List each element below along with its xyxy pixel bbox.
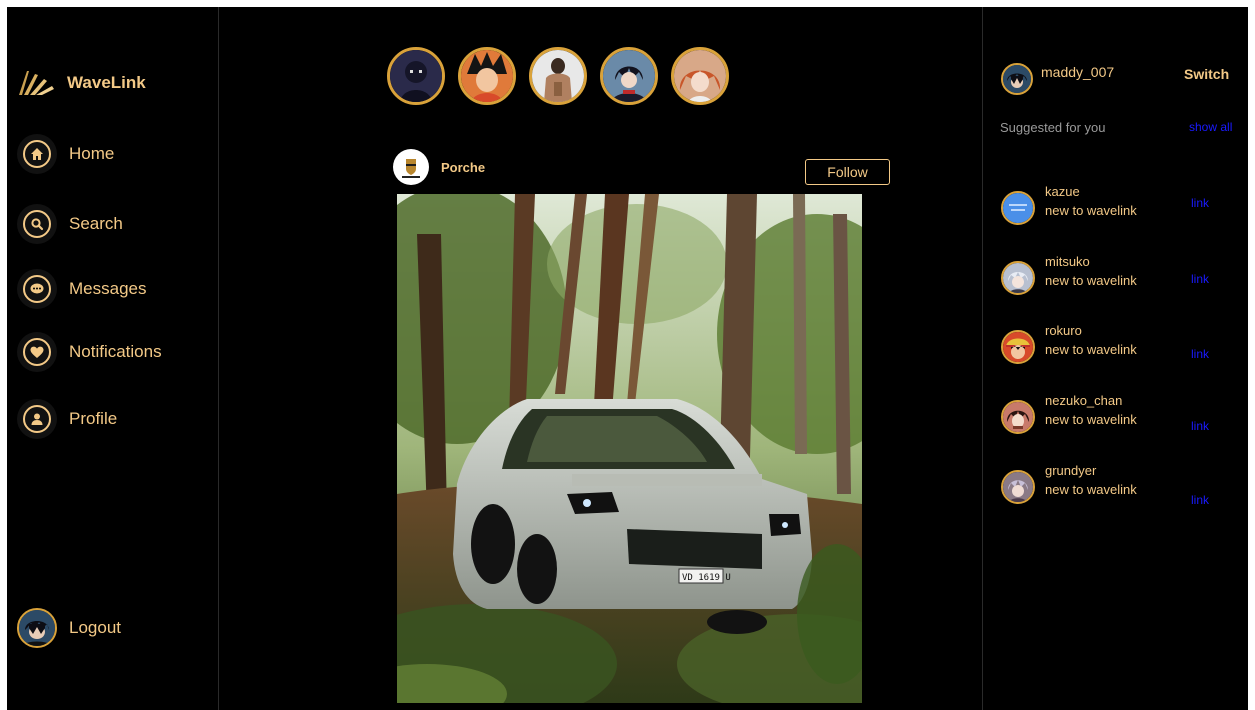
logout-button[interactable]: Logout xyxy=(17,608,121,648)
home-icon xyxy=(31,148,43,160)
follow-button[interactable]: Follow xyxy=(805,159,890,185)
suggestion-avatar[interactable] xyxy=(1001,330,1035,364)
story-5[interactable] xyxy=(671,47,729,105)
current-user[interactable]: maddy_007 xyxy=(1001,63,1114,95)
post-author-name[interactable]: Porche xyxy=(441,160,485,175)
story-4[interactable] xyxy=(600,47,658,105)
suggestion-link[interactable]: link xyxy=(1191,272,1209,286)
post-image[interactable]: VD 1619 U xyxy=(397,194,862,703)
suggestion-link[interactable]: link xyxy=(1191,419,1209,433)
suggestion-subtitle: new to wavelink xyxy=(1045,273,1137,288)
suggestion-name[interactable]: rokuro xyxy=(1045,323,1082,338)
nav-search[interactable]: Search xyxy=(17,204,123,244)
nav-messages-icon-ring xyxy=(23,275,51,303)
post-author-avatar[interactable] xyxy=(393,149,429,185)
show-all-link[interactable]: show all xyxy=(1189,120,1232,134)
nav-search-label: Search xyxy=(69,214,123,233)
logout-avatar xyxy=(17,608,57,648)
suggestion-subtitle: new to wavelink xyxy=(1045,203,1137,218)
nav-notifications-label: Notifications xyxy=(69,342,162,361)
suggestion-avatar[interactable] xyxy=(1001,261,1035,295)
nav-notifications-icon-ring xyxy=(23,338,51,366)
avatar-image-icon xyxy=(1003,402,1033,432)
user-icon xyxy=(31,413,43,425)
avatar-image-icon xyxy=(1003,263,1033,293)
license-plate-text: VD 1619 U xyxy=(682,573,731,583)
avatar-image-icon xyxy=(1003,472,1033,502)
suggestion-subtitle: new to wavelink xyxy=(1045,482,1137,497)
suggestion-item: mitsuko new to wavelink link xyxy=(1001,254,1241,302)
feed: Porche Follow VD 1619 U xyxy=(219,7,982,710)
sidebar: WaveLink Home Search Messages Notificati… xyxy=(7,7,219,710)
suggestion-item: grundyer new to wavelink link xyxy=(1001,463,1241,511)
heart-icon xyxy=(30,346,44,358)
nav-notifications-icon-wrap xyxy=(17,332,57,372)
nav-home-icon-wrap xyxy=(17,134,57,174)
suggestion-avatar[interactable] xyxy=(1001,400,1035,434)
nav-profile-icon-wrap xyxy=(17,399,57,439)
suggested-heading: Suggested for you xyxy=(1000,120,1106,135)
brand-name: WaveLink xyxy=(67,73,146,92)
search-icon xyxy=(31,218,44,231)
suggestion-avatar[interactable] xyxy=(1001,470,1035,504)
nav-home-icon-ring xyxy=(23,140,51,168)
forest-car-photo-icon: VD 1619 U xyxy=(397,194,862,703)
story-avatar-icon xyxy=(532,50,584,102)
nav-search-icon-ring xyxy=(23,210,51,238)
app-window: WaveLink Home Search Messages Notificati… xyxy=(7,7,1248,710)
logout-label: Logout xyxy=(69,618,121,637)
suggestion-name[interactable]: mitsuko xyxy=(1045,254,1090,269)
post-header: Porche Follow xyxy=(393,149,890,189)
current-username: maddy_007 xyxy=(1041,64,1115,80)
chat-icon xyxy=(30,283,44,294)
nav-notifications[interactable]: Notifications xyxy=(17,332,162,372)
story-avatar-icon xyxy=(674,50,726,102)
avatar-image-icon xyxy=(1003,332,1033,362)
nav-profile-label: Profile xyxy=(69,409,118,428)
suggestion-name[interactable]: nezuko_chan xyxy=(1045,393,1122,408)
avatar-image-icon xyxy=(1003,65,1031,93)
suggestion-subtitle: new to wavelink xyxy=(1045,412,1137,427)
suggestion-name[interactable]: grundyer xyxy=(1045,463,1096,478)
stories-bar xyxy=(387,47,729,105)
current-user-avatar xyxy=(1001,63,1033,95)
nav-profile-icon-ring xyxy=(23,405,51,433)
story-1[interactable] xyxy=(387,47,445,105)
suggestion-item: rokuro new to wavelink link xyxy=(1001,323,1241,371)
switch-account-button[interactable]: Switch xyxy=(1184,66,1229,82)
story-2[interactable] xyxy=(458,47,516,105)
brand[interactable]: WaveLink xyxy=(17,69,146,97)
suggestion-name[interactable]: kazue xyxy=(1045,184,1080,199)
right-rail: maddy_007 Switch Suggested for you show … xyxy=(982,7,1248,710)
suggestion-subtitle: new to wavelink xyxy=(1045,342,1137,357)
suggestion-item: kazue new to wavelink link xyxy=(1001,184,1241,232)
story-3[interactable] xyxy=(529,47,587,105)
wavelink-logo-icon xyxy=(19,71,54,95)
story-avatar-icon xyxy=(603,50,655,102)
suggestion-link[interactable]: link xyxy=(1191,196,1209,210)
nav-messages-label: Messages xyxy=(69,279,147,298)
story-avatar-icon xyxy=(390,50,442,102)
suggestion-item: nezuko_chan new to wavelink link xyxy=(1001,393,1241,441)
suggestion-link[interactable]: link xyxy=(1191,493,1209,507)
nav-search-icon-wrap xyxy=(17,204,57,244)
suggestion-link[interactable]: link xyxy=(1191,347,1209,361)
nav-profile[interactable]: Profile xyxy=(17,399,117,439)
suggestion-avatar[interactable] xyxy=(1001,191,1035,225)
nav-messages-icon-wrap xyxy=(17,269,57,309)
porsche-crest-icon xyxy=(402,159,420,178)
nav-messages[interactable]: Messages xyxy=(17,269,146,309)
nav-home[interactable]: Home xyxy=(17,134,114,174)
story-avatar-icon xyxy=(461,50,513,102)
avatar-image-icon xyxy=(1003,193,1033,223)
avatar-image-icon xyxy=(19,610,55,646)
nav-home-label: Home xyxy=(69,144,115,163)
